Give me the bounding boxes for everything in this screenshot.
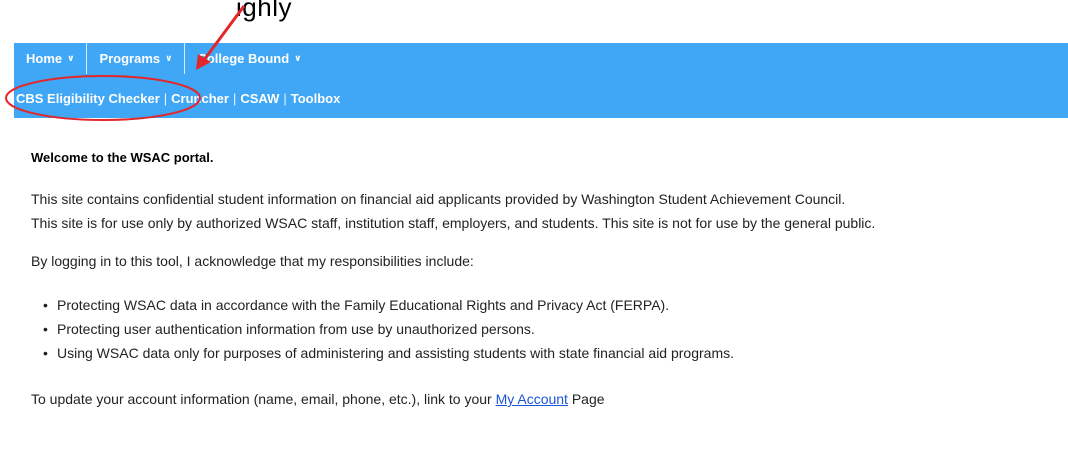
- primary-nav: Home ∨ Programs ∨ College Bound ∨: [14, 43, 313, 74]
- secondary-nav: CBS Eligibility Checker | Cruncher | CSA…: [16, 88, 340, 108]
- subnav-toolbox[interactable]: Toolbox: [291, 91, 341, 106]
- subnav-separator: |: [163, 90, 168, 106]
- subnav-separator: |: [232, 90, 237, 106]
- account-prefix: To update your account information (name…: [31, 391, 496, 407]
- list-item: Protecting WSAC data in accordance with …: [31, 293, 1061, 317]
- nav-item-college-bound[interactable]: College Bound ∨: [185, 43, 313, 74]
- main-content: Welcome to the WSAC portal. This site co…: [31, 150, 1061, 407]
- top-navigation-bar: Home ∨ Programs ∨ College Bound ∨ CBS El…: [14, 43, 1068, 118]
- acknowledgement-text: By logging in to this tool, I acknowledg…: [31, 253, 474, 269]
- nav-item-label: Programs: [99, 51, 161, 66]
- nav-item-home[interactable]: Home ∨: [14, 43, 86, 74]
- my-account-link[interactable]: My Account: [496, 391, 568, 407]
- subnav-cruncher[interactable]: Cruncher: [171, 91, 229, 106]
- subnav-csaw[interactable]: CSAW: [240, 91, 279, 106]
- chevron-down-icon: ∨: [165, 53, 173, 63]
- annotation-text: ighly: [236, 0, 292, 22]
- welcome-heading: Welcome to the WSAC portal.: [31, 150, 214, 165]
- nav-item-programs[interactable]: Programs ∨: [87, 43, 184, 74]
- chevron-down-icon: ∨: [294, 53, 302, 63]
- nav-item-label: Home: [26, 51, 63, 66]
- nav-item-label: College Bound: [197, 51, 290, 66]
- subnav-cbs-eligibility-checker[interactable]: CBS Eligibility Checker: [16, 91, 160, 106]
- intro-line: This site is for use only by authorized …: [31, 215, 876, 231]
- account-info-text: To update your account information (name…: [31, 391, 1061, 407]
- account-suffix: Page: [567, 391, 605, 407]
- chevron-down-icon: ∨: [67, 53, 75, 63]
- list-item: Protecting user authentication informati…: [31, 317, 1061, 341]
- list-item: Using WSAC data only for purposes of adm…: [31, 341, 1061, 365]
- intro-paragraph: This site contains confidential student …: [31, 187, 1061, 235]
- subnav-separator: |: [283, 90, 287, 106]
- nav-divider: [86, 43, 88, 74]
- responsibilities-list: Protecting WSAC data in accordance with …: [31, 293, 1061, 365]
- nav-divider: [184, 43, 186, 74]
- intro-line: This site contains confidential student …: [31, 191, 846, 207]
